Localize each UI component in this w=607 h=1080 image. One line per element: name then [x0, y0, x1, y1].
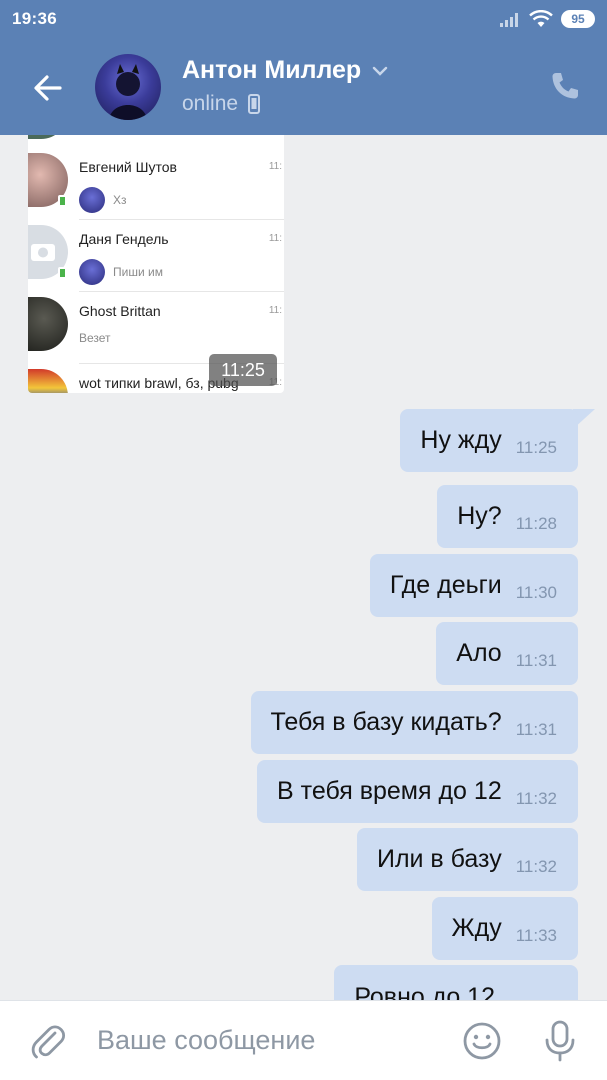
message-bubble[interactable]: Ну жду 11:25 — [400, 409, 578, 472]
contact-status-text: online — [182, 92, 239, 115]
message-time: 11:32 — [515, 788, 557, 808]
chevron-down-icon[interactable] — [371, 65, 389, 77]
message-time: 11:28 — [515, 513, 557, 533]
chat-name: Ghost Brittan — [79, 303, 161, 319]
online-indicator — [58, 195, 67, 207]
message-text: Ровно до 12 — [354, 983, 495, 1000]
message-input[interactable]: Ваше сообщение — [97, 1025, 315, 1056]
message-bubble[interactable]: В тебя время до 12 11:32 — [257, 760, 578, 823]
message-text: В тебя время до 12 — [277, 777, 502, 805]
preview-text: Хз — [113, 193, 127, 207]
smile-icon[interactable] — [462, 1021, 502, 1061]
avatar — [28, 369, 68, 393]
mobile-icon — [248, 94, 261, 114]
avatar — [79, 259, 105, 285]
online-indicator — [58, 267, 67, 279]
wifi-icon — [529, 10, 553, 27]
status-time: 19:36 — [12, 9, 57, 28]
battery-icon: 95 — [561, 10, 595, 28]
paperclip-icon[interactable] — [28, 1021, 68, 1061]
message-list[interactable]: Евгений Шутов Хз 11: Даня Гендель Пиши и… — [0, 135, 607, 1000]
avatar — [28, 135, 68, 139]
avatar[interactable] — [95, 54, 161, 120]
chat-time: 11: — [268, 233, 282, 244]
message-time: 11:33 — [515, 925, 557, 945]
message-bubble[interactable]: Ровно до 12 — [334, 965, 578, 1000]
message-text: Ало — [456, 639, 502, 667]
message-time: 11:25 — [515, 437, 557, 457]
status-icons: 95 — [499, 10, 595, 28]
back-arrow-icon[interactable] — [28, 68, 68, 108]
avatar-figure-icon — [109, 64, 147, 120]
message-time: 11:31 — [515, 719, 557, 739]
list-item: Ghost Brittan Везет 11: — [28, 289, 284, 361]
message-text: Или в базу — [376, 845, 502, 873]
chat-header: Антон Миллер online — [0, 38, 607, 135]
message-composer: Ваше сообщение — [0, 1000, 607, 1080]
preview-text: Везет — [79, 331, 111, 345]
contact-status: online — [182, 92, 261, 116]
chat-preview: Везет — [79, 331, 111, 345]
contact-name-text: Антон Миллер — [182, 56, 362, 84]
signal-icon — [500, 13, 518, 27]
message-bubble[interactable]: Ало 11:31 — [436, 622, 578, 685]
preview-text: Пиши им — [113, 265, 163, 279]
contact-name[interactable]: Антон Миллер — [182, 56, 389, 85]
message-text: Ну жду — [420, 426, 502, 454]
status-bar: 19:36 95 — [0, 0, 607, 38]
message-text: Жду — [451, 914, 502, 942]
chat-time: 11: — [268, 161, 282, 172]
chat-name: Евгений Шутов — [79, 159, 177, 175]
list-item: Даня Гендель Пиши им 11: — [28, 217, 284, 289]
message-time: 11:31 — [515, 650, 557, 670]
chat-preview: Пиши им — [79, 259, 163, 285]
avatar — [79, 187, 105, 213]
message-text: Где деьги — [389, 571, 502, 599]
message-bubble[interactable]: Ну? 11:28 — [437, 485, 578, 548]
message-time: 11:32 — [515, 856, 557, 876]
chat-time: 11: — [268, 305, 282, 316]
message-bubble[interactable]: Где деьги 11:30 — [369, 554, 578, 617]
message-bubble[interactable]: Или в базу 11:32 — [356, 828, 578, 891]
phone-icon[interactable] — [547, 68, 583, 104]
chat-name: Даня Гендель — [79, 231, 169, 247]
microphone-icon[interactable] — [540, 1019, 580, 1063]
chat-preview: Хз — [79, 187, 127, 213]
message-text: Тебя в базу кидать? — [270, 708, 502, 736]
message-bubble[interactable]: Тебя в базу кидать? 11:31 — [250, 691, 578, 754]
attachment-time: 11:25 — [209, 354, 277, 386]
list-item: Евгений Шутов Хз 11: — [28, 145, 284, 217]
message-text: Ну? — [457, 502, 502, 530]
avatar — [28, 297, 68, 351]
message-bubble[interactable]: Жду 11:33 — [431, 897, 578, 960]
message-time: 11:30 — [515, 582, 557, 602]
